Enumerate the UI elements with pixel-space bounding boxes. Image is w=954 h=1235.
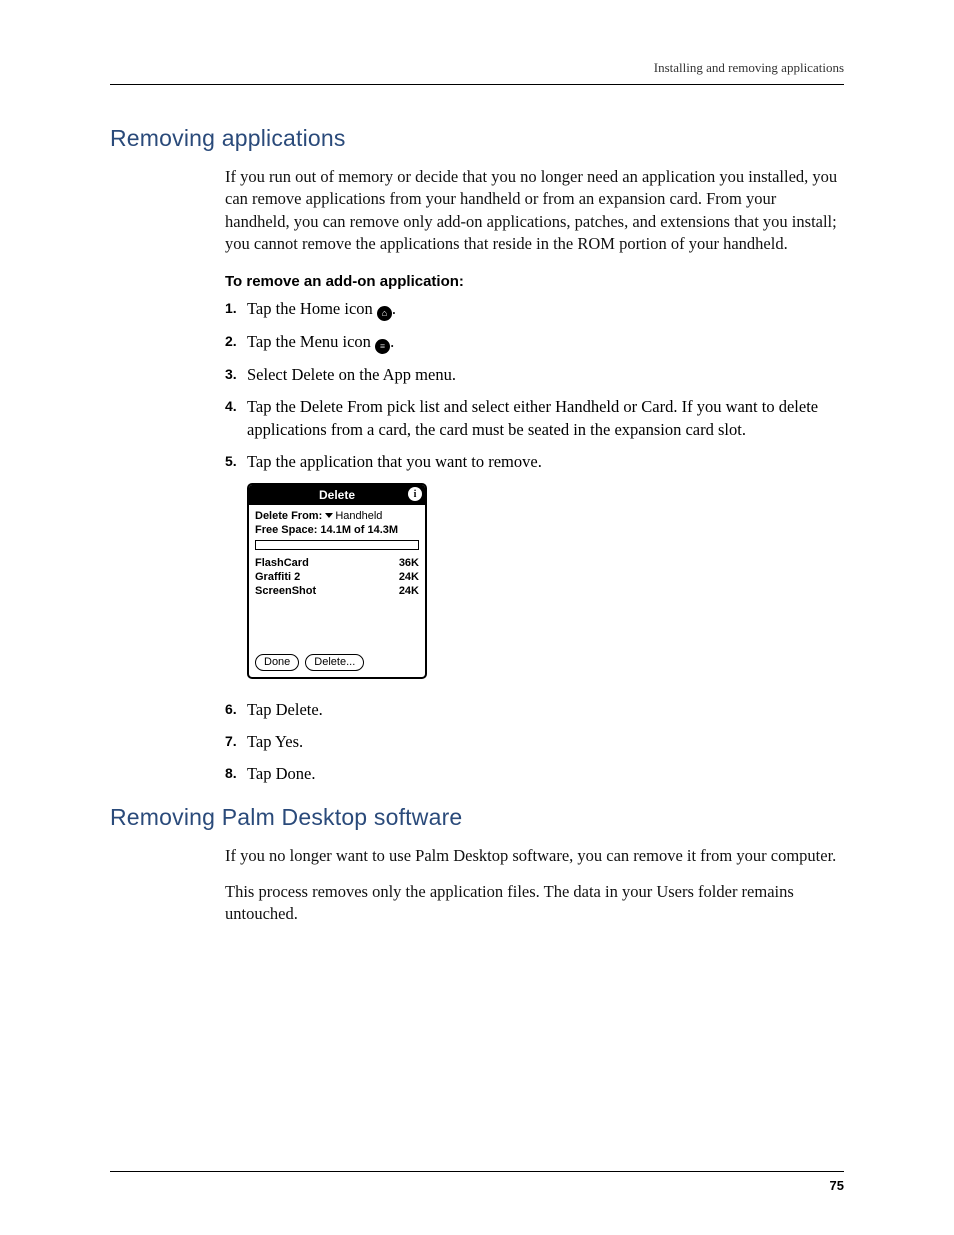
app-size: 24K	[399, 584, 419, 598]
procedure-title: To remove an add-on application:	[225, 273, 844, 290]
step-text: Tap Done.	[247, 763, 844, 785]
delete-from-label: Delete From:	[255, 510, 322, 522]
step-text-part: .	[392, 299, 396, 318]
step-text: Tap the application that you want to rem…	[247, 451, 844, 473]
step-number: 4.	[225, 396, 247, 414]
step-number: 1.	[225, 298, 247, 316]
delete-button[interactable]: Delete...	[305, 654, 364, 671]
list-item[interactable]: Graffiti 2 24K	[255, 570, 419, 584]
step-number: 8.	[225, 763, 247, 781]
step-text: Tap the Menu icon ≡.	[247, 331, 844, 354]
free-space-row: Free Space: 14.1M of 14.3M	[255, 523, 419, 537]
app-list[interactable]: FlashCard 36K Graffiti 2 24K ScreenShot …	[255, 556, 419, 648]
delete-from-value: Handheld	[335, 510, 382, 522]
dialog-title: Delete	[319, 485, 355, 505]
app-name: FlashCard	[255, 556, 309, 570]
scroll-indicator	[255, 540, 419, 550]
app-name: ScreenShot	[255, 584, 316, 598]
section2-p1: If you no longer want to use Palm Deskto…	[225, 845, 844, 867]
home-icon: ⌂	[377, 306, 392, 321]
step-text: Tap Delete.	[247, 699, 844, 721]
list-item[interactable]: FlashCard 36K	[255, 556, 419, 570]
step-text: Tap the Home icon ⌂.	[247, 298, 844, 321]
bottom-rule	[110, 1171, 844, 1172]
heading-removing-applications: Removing applications	[110, 125, 844, 152]
step-text-part: Tap the Menu icon	[247, 332, 375, 351]
step-number: 5.	[225, 451, 247, 469]
app-size: 36K	[399, 556, 419, 570]
step-number: 2.	[225, 331, 247, 349]
steps-list-continued: 6. Tap Delete. 7. Tap Yes. 8. Tap Done.	[225, 699, 844, 786]
step-text: Tap Yes.	[247, 731, 844, 753]
app-name: Graffiti 2	[255, 570, 300, 584]
done-button[interactable]: Done	[255, 654, 299, 671]
step-number: 7.	[225, 731, 247, 749]
step-number: 6.	[225, 699, 247, 717]
steps-list: 1. Tap the Home icon ⌂. 2. Tap the Menu …	[225, 298, 844, 473]
step-text-part: .	[390, 332, 394, 351]
top-rule	[110, 84, 844, 85]
menu-icon: ≡	[375, 339, 390, 354]
section2-p2: This process removes only the applicatio…	[225, 881, 844, 926]
dropdown-arrow-icon	[325, 513, 333, 518]
step-number: 3.	[225, 364, 247, 382]
running-header: Installing and removing applications	[110, 60, 844, 76]
list-item[interactable]: ScreenShot 24K	[255, 584, 419, 598]
step-text-part: Tap the Home icon	[247, 299, 377, 318]
intro-paragraph: If you run out of memory or decide that …	[225, 166, 844, 255]
delete-from-row: Delete From: Handheld	[255, 509, 419, 523]
step-text: Tap the Delete From pick list and select…	[247, 396, 844, 441]
delete-from-picklist[interactable]: Handheld	[325, 510, 382, 522]
info-icon[interactable]: i	[408, 487, 422, 501]
step-text: Select Delete on the App menu.	[247, 364, 844, 386]
palm-delete-dialog: Delete i Delete From: Handheld Free Spac…	[247, 483, 427, 679]
dialog-titlebar: Delete i	[249, 485, 425, 505]
heading-removing-palm-desktop: Removing Palm Desktop software	[110, 804, 844, 831]
app-size: 24K	[399, 570, 419, 584]
page-number: 75	[110, 1178, 844, 1193]
